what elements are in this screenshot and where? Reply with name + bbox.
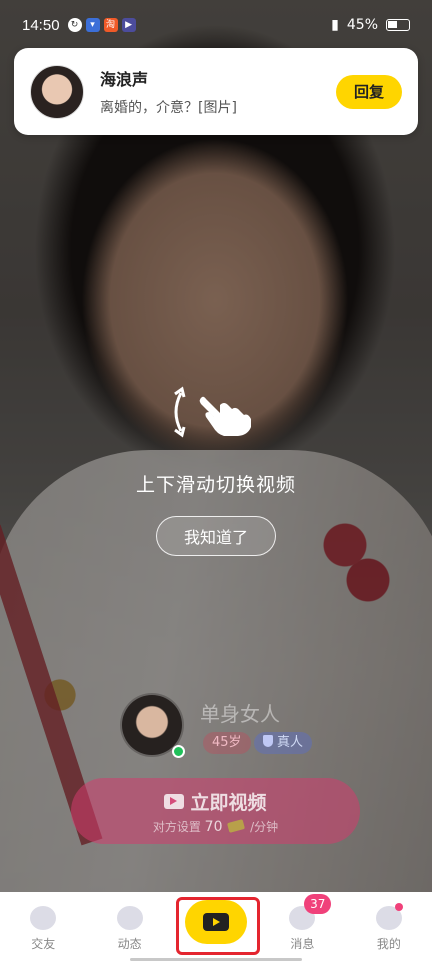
got-it-button[interactable]: 我知道了 [156,516,276,556]
saturn-icon [116,906,143,930]
shield-icon [263,735,273,747]
battery-icon [386,19,410,31]
sync-icon: ↻ [67,18,82,32]
status-right: ▮ 45% [331,17,410,33]
sender-avatar[interactable] [30,64,84,119]
video-call-label-row: 立即视频 [164,788,267,815]
tab-profile[interactable]: 我的 [346,892,432,952]
video-call-button[interactable]: 立即视频 对方设置 70 /分钟 [71,778,360,844]
status-bar: 14:50 ↻ ▾ 淘 ▶ ▮ 45% [0,0,432,50]
signal-icon: ▮ [331,17,339,33]
tab-label: 我的 [376,937,401,951]
tab-label: 动态 [117,937,142,951]
home-indicator[interactable] [130,958,302,961]
swipe-gesture-icon [174,386,251,438]
planet-icon [30,906,57,930]
verified-label: 真人 [277,735,304,750]
unread-badge: 37 [304,894,332,914]
play-icon: ▶ [121,18,136,32]
notification-dot [394,903,403,911]
tab-friends[interactable]: 交友 [0,892,86,952]
sender-name: 海浪声 [100,70,149,89]
price-value: 70 [204,818,223,835]
message-notification[interactable]: 海浪声 离婚的，介意？[图片] 回复 [14,48,418,135]
notification-text[interactable]: 海浪声 离婚的，介意？[图片] [100,66,336,117]
video-call-label: 立即视频 [190,791,267,814]
center-tab-highlight [176,897,260,955]
status-time: 14:50 [22,16,60,34]
age-tag: 45岁 [203,732,251,754]
reply-button[interactable]: 回复 [336,74,402,109]
tab-moments[interactable]: 动态 [86,892,172,952]
tab-label: 消息 [290,937,315,951]
notification-message: 离婚的，介意？[图片] [100,100,237,116]
app-notification-icon: ▾ [85,18,100,32]
store-icon: 淘 [103,18,118,32]
tab-label: 交友 [31,937,56,951]
video-camera-icon [164,793,185,809]
swipe-hint-text: 上下滑动切换视频 [135,474,296,496]
status-notification-icons: ↻ ▾ 淘 ▶ [67,18,136,32]
call-price: 对方设置 70 /分钟 [153,818,278,835]
coin-icon [227,818,246,833]
price-prefix: 对方设置 [152,819,201,834]
tab-messages[interactable]: 37 消息 [259,892,345,952]
host-name[interactable]: 单身女人 [200,698,280,727]
verified-tag: 真人 [254,732,313,754]
battery-percent: 45% [346,17,378,33]
online-status-dot [172,745,185,758]
price-suffix: /分钟 [250,819,279,834]
